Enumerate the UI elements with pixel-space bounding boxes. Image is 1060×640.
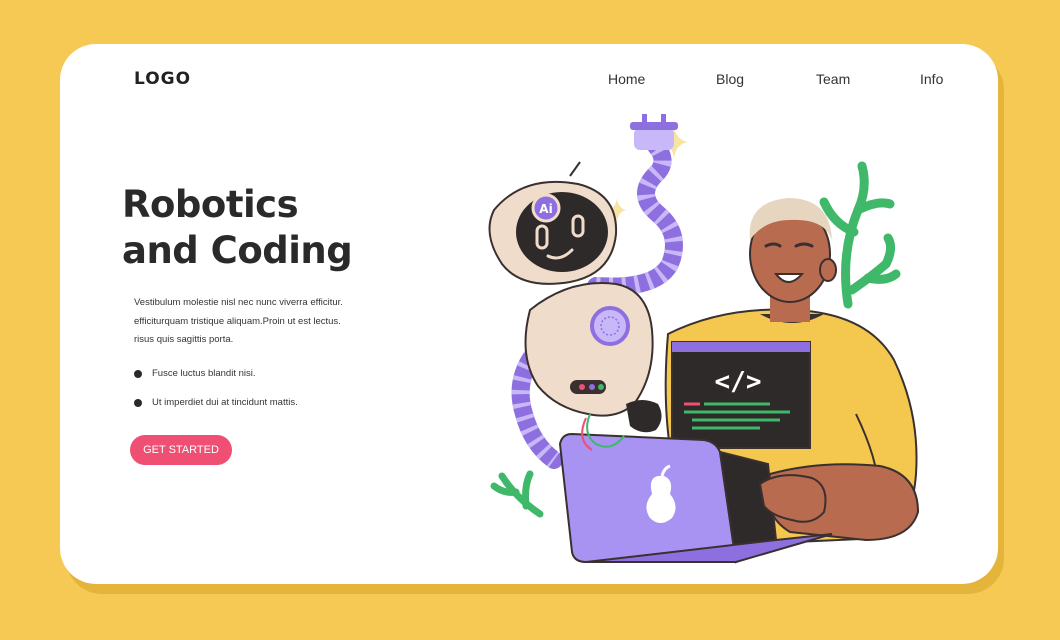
ai-badge-text: Ai	[539, 202, 552, 216]
code-tag-text: </>	[715, 367, 762, 397]
logo[interactable]: LOGO	[134, 69, 191, 89]
robot-body	[524, 282, 654, 417]
nav-home[interactable]: Home	[608, 71, 645, 87]
bullet-dot-icon	[134, 369, 142, 378]
robotics-illustration: Ai </>	[488, 114, 920, 564]
robot-head: Ai	[488, 161, 618, 285]
nav-team[interactable]: Team	[816, 71, 850, 87]
description-line-1: Vestibulum molestie nisl nec nunc viverr…	[134, 297, 343, 308]
robot-chest-light	[590, 306, 630, 346]
bullet-item-2: Ut imperdiet dui at tincidunt mattis.	[134, 397, 298, 408]
nav-blog[interactable]: Blog	[716, 71, 744, 87]
get-started-button[interactable]: GET STARTED	[130, 435, 232, 465]
description-line-3: risus quis sagittis porta.	[134, 334, 234, 345]
description-line-2: efficiturquam tristique aliquam.Proin ut…	[134, 315, 341, 327]
plant-right-icon	[819, 161, 901, 309]
code-window: </>	[671, 341, 811, 449]
landing-card: LOGO Home Blog Team Info Robotics and Co…	[60, 44, 998, 584]
hero-title-line-1: Robotics	[122, 183, 299, 226]
bullet-text-2: Ut imperdiet dui at tincidunt mattis.	[152, 397, 298, 408]
bullet-item-1: Fusce luctus blandit nisi.	[134, 368, 256, 379]
hero-title: Robotics and Coding	[122, 182, 353, 274]
plant-left-icon	[490, 470, 544, 518]
plug-icon	[630, 114, 678, 150]
hero-title-line-2: and Coding	[122, 229, 353, 272]
bullet-dot-icon	[134, 398, 142, 407]
nav-info[interactable]: Info	[920, 71, 943, 87]
hero-description: Vestibulum molestie nisl nec nunc viverr…	[134, 294, 384, 350]
robot-hand	[626, 400, 662, 433]
bullet-text-1: Fusce luctus blandit nisi.	[152, 368, 256, 379]
